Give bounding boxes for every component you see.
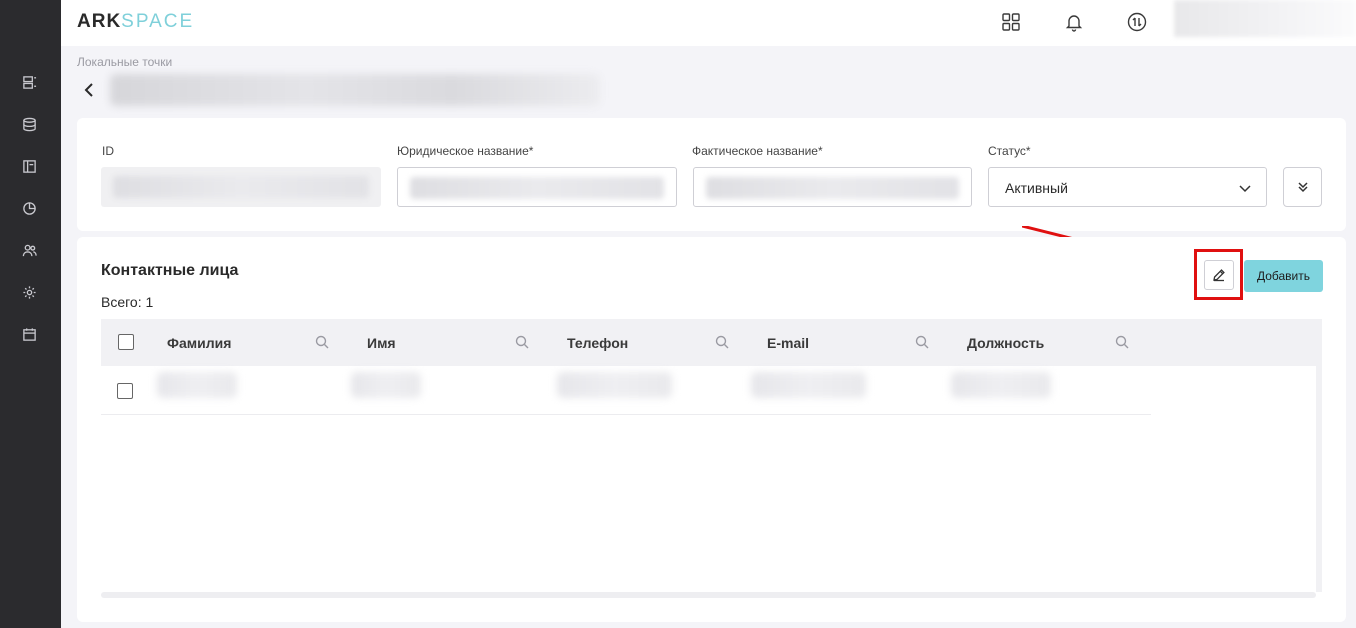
calendar-icon[interactable] [21, 326, 37, 342]
legal-name-label: Юридическое название* [397, 144, 534, 158]
cell-phone-blurred [557, 372, 672, 398]
search-icon[interactable] [1115, 335, 1129, 349]
id-label: ID [102, 144, 114, 158]
top-header: ARKSPACE [61, 0, 1356, 46]
sidebar [0, 0, 61, 628]
search-icon[interactable] [715, 335, 729, 349]
search-icon[interactable] [315, 335, 329, 349]
bell-icon[interactable] [1063, 11, 1085, 33]
gear-icon[interactable] [21, 284, 37, 300]
details-card: ID Юридическое название* Фактическое наз… [77, 118, 1346, 231]
column-header-position[interactable]: Должность [967, 335, 1044, 351]
table-row[interactable] [101, 366, 1151, 415]
select-all-checkbox[interactable] [118, 334, 134, 350]
logo-secondary: SPACE [121, 11, 195, 32]
exchange-icon[interactable] [1126, 11, 1148, 33]
chevron-down-icon [1238, 181, 1252, 195]
status-value: Активный [1005, 180, 1068, 196]
table-header: Фамилия Имя Телефон E-mail Должность [101, 319, 1322, 366]
user-profile-blurred[interactable] [1174, 0, 1356, 37]
legal-name-input[interactable] [397, 167, 677, 207]
horizontal-scrollbar[interactable] [101, 592, 1316, 598]
back-arrow-icon[interactable] [81, 80, 97, 100]
apps-grid-icon[interactable] [1000, 11, 1022, 33]
status-select[interactable]: Активный [988, 167, 1267, 207]
expand-button[interactable] [1283, 167, 1322, 207]
pie-chart-icon[interactable] [21, 200, 37, 216]
contacts-card: Контактные лица Всего: 1 Добавить Фамили… [77, 237, 1346, 622]
column-header-lastname[interactable]: Фамилия [167, 335, 231, 351]
database-icon[interactable] [21, 116, 37, 132]
search-icon[interactable] [515, 335, 529, 349]
cell-firstname-blurred [351, 372, 421, 398]
column-header-firstname[interactable]: Имя [367, 335, 396, 351]
cell-lastname-blurred [157, 372, 237, 398]
double-chevron-down-icon [1297, 182, 1308, 193]
total-count: Всего: 1 [101, 294, 154, 310]
edit-button[interactable] [1204, 260, 1234, 290]
id-field [101, 167, 381, 207]
add-button[interactable]: Добавить [1244, 260, 1323, 292]
actual-name-label: Фактическое название* [692, 144, 823, 158]
cell-email-blurred [751, 372, 866, 398]
contacts-title: Контактные лица [101, 262, 239, 279]
column-header-phone[interactable]: Телефон [567, 335, 628, 351]
search-icon[interactable] [915, 335, 929, 349]
users-icon[interactable] [21, 242, 37, 258]
vertical-scrollbar[interactable] [1316, 366, 1322, 592]
actual-name-input[interactable] [693, 167, 972, 207]
breadcrumb[interactable]: Локальные точки [77, 55, 172, 69]
column-header-email[interactable]: E-mail [767, 335, 809, 351]
logo[interactable]: ARKSPACE [77, 11, 194, 33]
layout-list-icon[interactable] [21, 74, 37, 90]
pencil-icon [1213, 269, 1225, 282]
panel-icon[interactable] [21, 158, 37, 174]
page-title-blurred [110, 74, 600, 106]
status-label: Статус* [988, 144, 1031, 158]
row-checkbox[interactable] [117, 383, 133, 399]
cell-position-blurred [951, 372, 1051, 398]
logo-primary: ARK [77, 11, 122, 32]
